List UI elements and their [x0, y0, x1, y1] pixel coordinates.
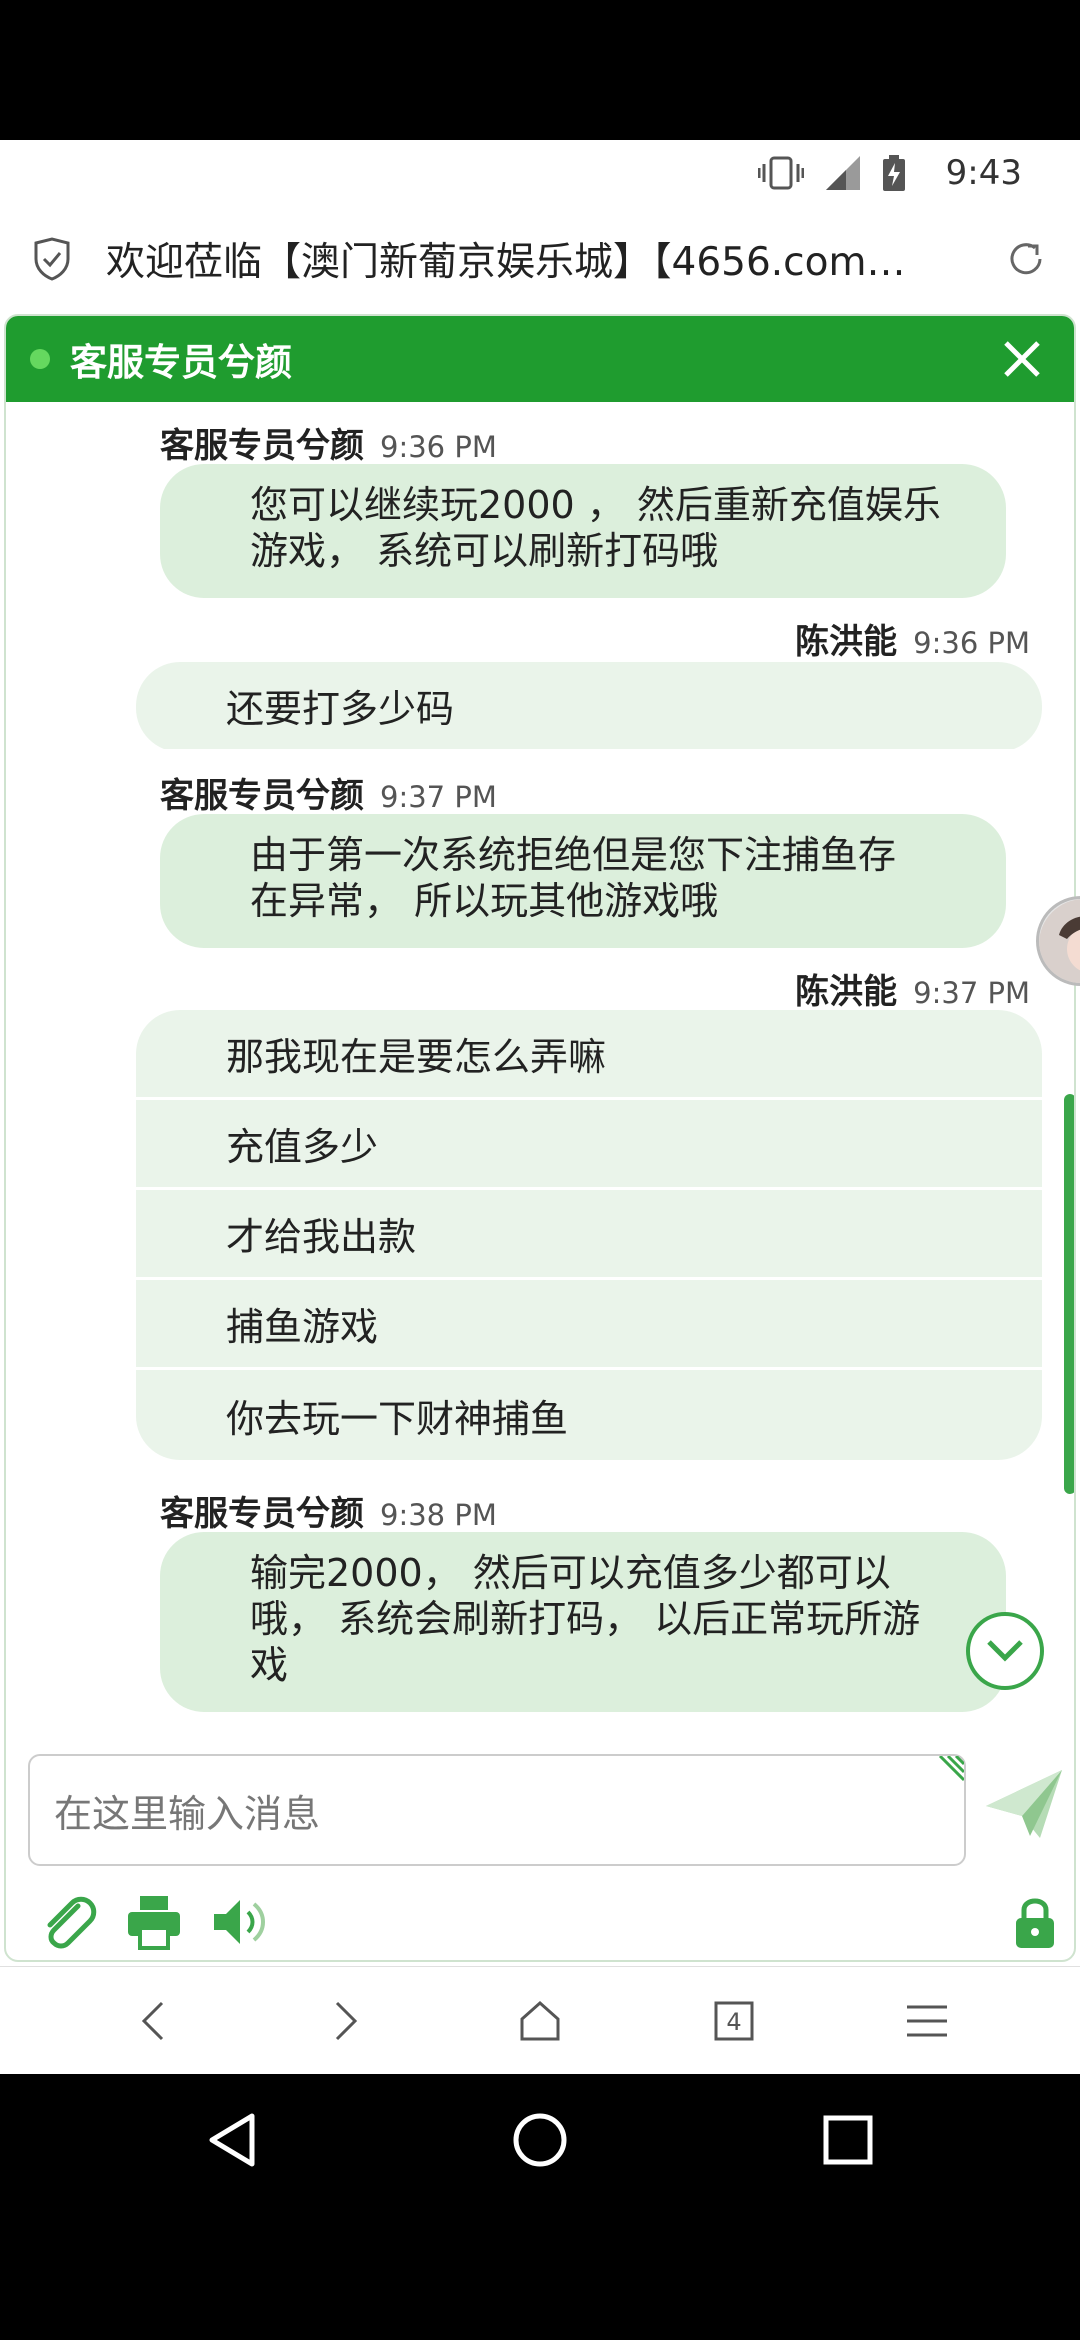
message-line: 您可以继续玩2000 ， 然后重新充值娱乐	[250, 483, 941, 527]
message-meta: 陈洪能 9:37 PM	[795, 964, 1030, 1013]
online-status-dot	[30, 349, 50, 369]
message-line: 输完2000， 然后可以充值多少都可以	[250, 1551, 891, 1595]
sender-name: 客服专员兮颜	[160, 426, 364, 466]
home-icon	[520, 2000, 560, 2040]
user-message-bubble: 还要打多少码	[136, 662, 1042, 752]
attachment-icon[interactable]	[38, 1892, 98, 1952]
message-line: 还要打多少码	[136, 662, 1042, 752]
message-line: 在异常， 所以玩其他游戏哦	[250, 879, 719, 923]
message-time: 9:37 PM	[913, 976, 1030, 1010]
chevron-down-icon	[987, 1640, 1023, 1662]
system-back-icon[interactable]	[200, 2108, 264, 2172]
vibrate-icon	[757, 156, 804, 190]
agent-message-bubble: 您可以继续玩2000 ， 然后重新充值娱乐 游戏， 系统可以刷新打码哦	[160, 464, 1006, 598]
message-line: 游戏， 系统可以刷新打码哦	[250, 529, 719, 573]
message-line: 那我现在是要怎么弄嘛	[136, 1010, 1042, 1100]
agent-message-bubble: 输完2000， 然后可以充值多少都可以 哦， 系统会刷新打码， 以后正常玩所游 …	[160, 1532, 1006, 1712]
send-icon[interactable]	[984, 1766, 1064, 1842]
status-time: 9:43	[945, 153, 1022, 193]
home-button[interactable]	[512, 1993, 568, 2049]
message-input-placeholder: 在这里输入消息	[54, 1791, 321, 1836]
scrollbar-thumb[interactable]	[1064, 1094, 1074, 1494]
back-button[interactable]	[125, 1993, 181, 2049]
message-input[interactable]: 在这里输入消息	[28, 1754, 966, 1866]
chevron-left-icon	[141, 2001, 163, 2040]
sender-name: 客服专员兮颜	[160, 1494, 364, 1534]
system-recents-icon[interactable]	[816, 2108, 880, 2172]
message-line: 你去玩一下财神捕鱼	[226, 1396, 569, 1441]
close-icon[interactable]	[998, 335, 1046, 383]
print-icon[interactable]	[124, 1892, 184, 1952]
tabs-button[interactable]: 4	[706, 1993, 762, 2049]
top-black-bar	[0, 0, 1080, 140]
status-bar: 9:43	[0, 140, 1080, 206]
menu-button[interactable]	[899, 1993, 955, 2049]
sender-name: 陈洪能	[795, 622, 898, 662]
agent-message-bubble: 由于第一次系统拒绝但是您下注捕鱼存 在异常， 所以玩其他游戏哦	[160, 814, 1006, 948]
forward-button[interactable]	[318, 1993, 374, 2049]
message-time: 9:38 PM	[380, 1498, 497, 1532]
message-meta: 陈洪能 9:36 PM	[795, 614, 1030, 663]
message-time: 9:37 PM	[380, 780, 497, 814]
message-line: 戏	[250, 1643, 289, 1687]
chat-window: 客服专员兮颜 客服专员兮颜 9:36 PM 您可以继续玩2000 ， 然后重新充…	[4, 314, 1076, 1962]
menu-icon	[907, 2005, 948, 2036]
message-meta: 客服专员兮颜 9:36 PM	[160, 418, 497, 467]
tabs-icon: 4	[714, 2001, 754, 2040]
scroll-to-bottom-button[interactable]	[966, 1612, 1044, 1690]
sender-name: 陈洪能	[795, 972, 898, 1012]
sound-icon[interactable]	[210, 1892, 270, 1952]
lock-icon[interactable]	[1012, 1892, 1058, 1952]
message-list[interactable]: 客服专员兮颜 9:36 PM 您可以继续玩2000 ， 然后重新充值娱乐 游戏，…	[6, 402, 1074, 1736]
message-meta: 客服专员兮颜 9:37 PM	[160, 768, 497, 817]
agent-name: 客服专员兮颜	[70, 341, 292, 384]
sender-name: 客服专员兮颜	[160, 776, 364, 816]
signal-icon	[825, 156, 860, 190]
browser-nav-bar: 4	[0, 1966, 1080, 2074]
message-line: 哦， 系统会刷新打码， 以后正常玩所游	[250, 1597, 921, 1641]
message-line: 捕鱼游戏	[136, 1280, 1042, 1370]
message-line: 充值多少	[136, 1100, 1042, 1190]
message-time: 9:36 PM	[380, 430, 497, 464]
message-time: 9:36 PM	[913, 626, 1030, 660]
system-home-icon[interactable]	[508, 2108, 572, 2172]
message-line: 由于第一次系统拒绝但是您下注捕鱼存	[250, 833, 897, 877]
chevron-right-icon	[336, 2001, 358, 2040]
page-title[interactable]: 欢迎莅临【澳门新葡京娱乐城】【4656.com…	[106, 231, 964, 287]
chat-header: 客服专员兮颜	[6, 316, 1074, 402]
web-page: 客服专员兮颜 客服专员兮颜 9:36 PM 您可以继续玩2000 ， 然后重新充…	[0, 312, 1080, 1966]
tab-count: 4	[726, 2008, 741, 2036]
battery-icon	[882, 155, 905, 191]
resize-handle-icon[interactable]	[936, 1756, 964, 1784]
refresh-icon[interactable]	[1004, 237, 1048, 281]
message-meta: 客服专员兮颜 9:38 PM	[160, 1486, 497, 1535]
security-shield-icon[interactable]	[32, 237, 72, 281]
user-message-group: 那我现在是要怎么弄嘛 充值多少 才给我出款 捕鱼游戏 你去玩一下财神捕鱼	[136, 1010, 1042, 1460]
message-line: 才给我出款	[136, 1190, 1042, 1280]
browser-url-bar[interactable]: 欢迎莅临【澳门新葡京娱乐城】【4656.com…	[0, 206, 1080, 312]
chat-toolbar	[6, 1892, 1074, 1952]
